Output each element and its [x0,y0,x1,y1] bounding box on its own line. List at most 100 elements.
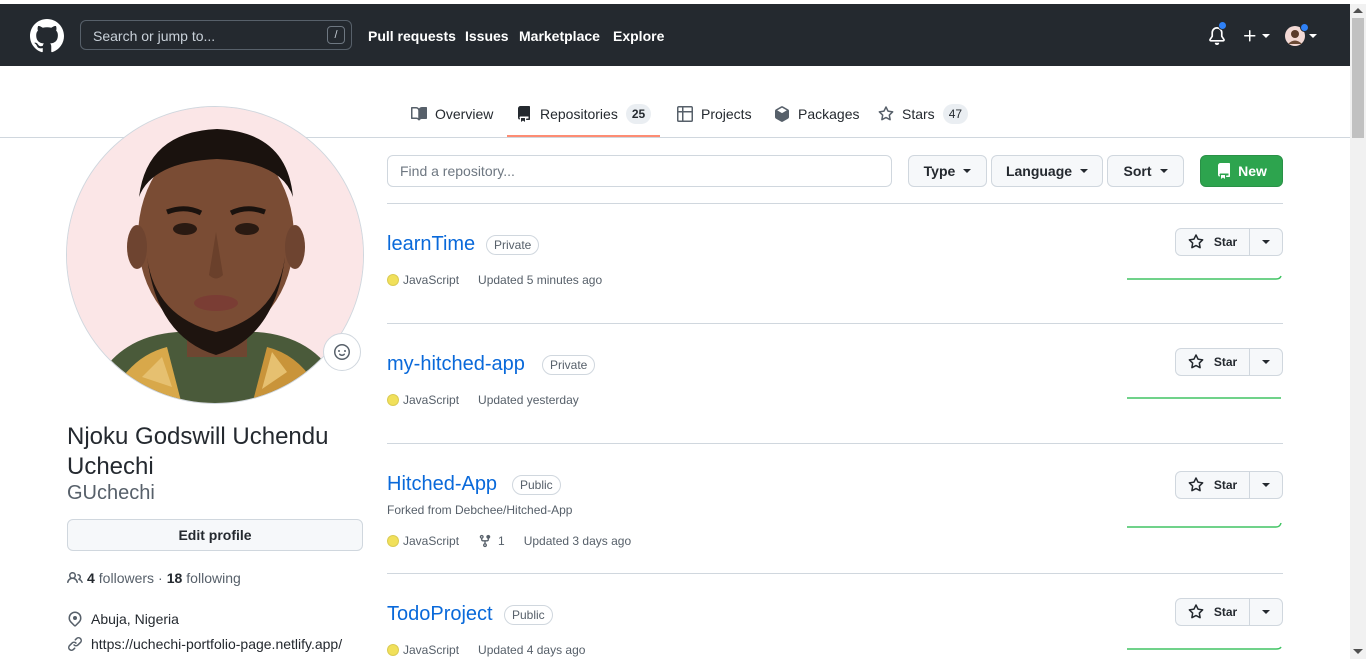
search-shortcut-key: / [327,26,345,44]
caret-down-icon [1262,610,1270,614]
star-button-group: Star [1175,471,1283,499]
star-list-dropdown[interactable] [1250,472,1282,498]
star-button[interactable]: Star [1176,472,1250,498]
caret-down-icon [1262,360,1270,364]
find-repository-input[interactable]: Find a repository... [387,155,892,187]
star-label: Star [1213,355,1238,369]
activity-sparkline [1127,275,1282,280]
caret-down-icon [1080,169,1089,173]
repo-meta: JavaScript Updated 4 days ago [387,643,585,657]
activity-sparkline [1127,646,1282,650]
caret-down-icon [1262,483,1270,487]
star-list-dropdown[interactable] [1250,229,1282,255]
github-logo-icon[interactable] [30,19,64,53]
tab-projects[interactable]: Projects [677,102,752,126]
scroll-down-arrow[interactable] [1353,649,1363,654]
list-divider [387,203,1283,204]
tab-repositories-label: Repositories [540,106,618,122]
tab-repositories[interactable]: Repositories 25 [516,102,652,126]
book-icon [411,106,427,121]
location-text: Abuja, Nigeria [91,611,179,627]
star-icon [1188,477,1204,492]
star-icon [1188,604,1204,619]
type-filter-label: Type [923,163,956,179]
tab-stars-label: Stars [902,106,935,122]
star-list-dropdown[interactable] [1250,599,1282,625]
following-label[interactable]: following [186,570,240,586]
following-count[interactable]: 18 [167,570,183,586]
tab-stars[interactable]: Stars 47 [878,102,969,126]
language-filter-button[interactable]: Language [991,155,1103,187]
repositories-count: 25 [625,104,652,124]
people-icon [67,571,83,584]
nav-marketplace[interactable]: Marketplace [519,28,600,44]
activity-sparkline [1127,397,1281,399]
repo-updated: Updated yesterday [478,393,579,407]
list-divider [387,323,1283,324]
star-label: Star [1213,478,1238,492]
location-icon [68,611,82,627]
notification-dot [1218,21,1227,30]
tab-overview-label: Overview [435,106,494,122]
followers-count[interactable]: 4 [87,570,95,586]
avatar-caret-icon[interactable] [1309,34,1317,38]
star-icon [878,106,894,121]
fork-count[interactable]: 1 [498,534,505,548]
repo-updated: Updated 3 days ago [523,534,632,548]
follow-separator: · [158,570,163,586]
avatar-status-dot [1300,23,1309,32]
forked-from-link[interactable]: Forked from Debchee/Hitched-App [387,503,572,517]
caret-down-icon [963,169,972,173]
profile-website[interactable]: https://uchechi-portfolio-page.netlify.a… [67,636,342,652]
repo-updated: Updated 4 days ago [478,643,586,657]
star-label: Star [1213,235,1238,249]
set-status-button[interactable] [323,333,361,371]
star-list-dropdown[interactable] [1250,349,1282,375]
table-icon [677,106,693,122]
visibility-badge: Private [542,355,596,375]
repo-name-link[interactable]: learnTime [387,233,475,256]
star-button-group: Star [1175,598,1283,626]
activity-sparkline [1127,522,1282,528]
global-search-input[interactable]: Search or jump to... / [80,20,352,50]
repo-meta: JavaScript Updated 5 minutes ago [387,273,602,287]
selected-tab-underline [507,135,660,137]
repo-name-link[interactable]: TodoProject [387,603,493,626]
profile-avatar[interactable] [66,106,364,404]
star-button[interactable]: Star [1176,349,1250,375]
repo-meta: JavaScript Updated yesterday [387,393,579,407]
repo-name-link[interactable]: Hitched-App [387,473,497,496]
star-button[interactable]: Star [1176,229,1250,255]
star-icon [1188,234,1204,249]
new-repository-button[interactable]: New [1200,155,1283,187]
nav-issues[interactable]: Issues [465,28,509,44]
profile-fullname: Njoku Godswill Uchendu Uchechi [67,423,329,480]
language-color-dot [387,394,399,406]
profile-username: GUchechi [67,482,155,504]
tab-overview[interactable]: Overview [411,102,493,126]
language-color-dot [387,535,399,547]
list-divider [387,573,1283,574]
sort-filter-button[interactable]: Sort [1107,155,1184,187]
repo-name-link[interactable]: my-hitched-app [387,353,525,376]
star-button-group: Star [1175,228,1283,256]
repo-updated: Updated 5 minutes ago [478,273,603,287]
visibility-badge: Public [504,605,553,625]
star-button[interactable]: Star [1176,599,1250,625]
nav-explore[interactable]: Explore [613,28,664,44]
repo-language: JavaScript [403,273,460,287]
caret-down-icon [1262,240,1270,244]
scrollbar-thumb[interactable] [1352,18,1364,138]
plus-icon[interactable] [1242,28,1258,44]
edit-profile-button[interactable]: Edit profile [67,519,363,551]
scroll-up-arrow[interactable] [1353,8,1363,13]
website-link[interactable]: https://uchechi-portfolio-page.netlify.a… [91,636,342,652]
followers-label[interactable]: followers [99,570,154,586]
nav-pull-requests[interactable]: Pull requests [368,28,456,44]
fork-icon [479,534,491,548]
repo-meta: JavaScript 1 Updated 3 days ago [387,534,631,548]
plus-caret-icon[interactable] [1262,34,1270,38]
type-filter-button[interactable]: Type [908,155,987,187]
language-filter-label: Language [1005,163,1073,179]
tab-packages[interactable]: Packages [774,102,859,126]
